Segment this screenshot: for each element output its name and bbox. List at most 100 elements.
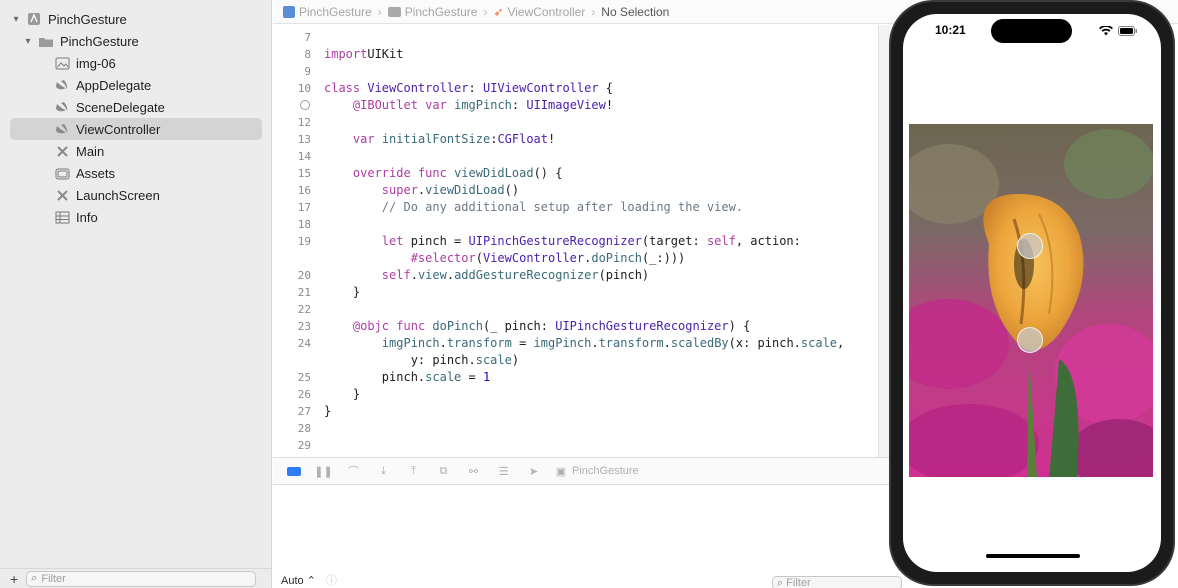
code-line[interactable]: 23 @objc func doPinch(_ pinch: UIPinchGe… [273, 318, 873, 335]
view-hierarchy-icon[interactable]: ⧉ [435, 464, 452, 478]
breadcrumb-symbol[interactable]: No Selection [601, 5, 669, 19]
code-line[interactable]: 28 [273, 420, 873, 437]
breadcrumb-separator-icon: › [591, 4, 596, 19]
sidebar-item-label: SceneDelegate [76, 99, 165, 115]
folder-icon [38, 34, 54, 48]
code-text: } [324, 284, 360, 301]
code-token: class [324, 81, 361, 95]
outlet-connection-icon[interactable] [300, 100, 310, 110]
code-token: ) { [728, 319, 751, 333]
code-token: UIImageView [526, 98, 606, 112]
step-out-icon[interactable]: ⤒ [405, 464, 422, 478]
code-token: (x: pinch. [728, 336, 801, 350]
sidebar-item-viewcontroller[interactable]: ViewController [10, 118, 262, 140]
toggle-console-icon[interactable] [285, 464, 302, 478]
code-token: ! [548, 132, 556, 146]
environment-overrides-icon[interactable]: ☰ [495, 464, 512, 478]
code-token: } [324, 404, 332, 418]
code-token: self [381, 268, 411, 282]
code-line[interactable]: 24 imgPinch.transform = imgPinch.transfo… [273, 335, 873, 352]
sidebar-item-info[interactable]: Info [0, 206, 262, 228]
console-filter-field[interactable]: ⌕ Filter [772, 576, 902, 588]
code-line[interactable]: 14 [273, 148, 873, 165]
code-line[interactable]: 20 self.view.addGestureRecognizer(pinch) [273, 267, 873, 284]
sidebar-item-label: AppDelegate [76, 77, 152, 93]
memory-graph-icon[interactable]: ⚯ [465, 464, 482, 478]
code-line[interactable]: 9 [273, 63, 873, 80]
code-line[interactable]: y: pinch.scale) [273, 352, 873, 369]
code-line[interactable]: 10 class ViewController: UIViewController… [273, 80, 873, 97]
line-number: 24 [297, 337, 311, 350]
code-token: = [461, 370, 483, 384]
code-token: ! [605, 98, 614, 112]
code-line[interactable]: @IBOutlet var imgPinch: UIImageView! [273, 97, 873, 114]
breadcrumb-separator-icon: › [483, 4, 488, 19]
source-editor[interactable]: 7 8 importUIKit 9 10 class ViewController: UI… [273, 25, 878, 457]
status-time: 10:21 [935, 23, 966, 37]
code-token: . [410, 268, 418, 282]
simulate-location-icon[interactable]: ➤ [525, 464, 542, 478]
console-mode-selector[interactable]: Auto ⌃ [281, 574, 316, 587]
sidebar-item-main[interactable]: Main [0, 140, 262, 162]
touch-indicator [1017, 327, 1043, 353]
tulip-image-view[interactable] [909, 124, 1153, 477]
code-token: transform [446, 336, 512, 350]
code-token: CGFloat [497, 132, 549, 146]
breadcrumb-group[interactable]: PinchGesture [405, 5, 478, 19]
sidebar-item-pinchgesture[interactable]: ▾ PinchGesture [0, 8, 262, 30]
code-line[interactable]: 21 } [273, 284, 873, 301]
code-text: y: pinch.scale) [324, 352, 519, 369]
code-line[interactable]: 7 [273, 29, 873, 46]
code-token: UIViewController [482, 81, 599, 95]
line-number: 16 [297, 184, 311, 197]
code-line[interactable]: #selector(ViewController.doPinch(_:))) [273, 250, 873, 267]
step-over-icon[interactable]: ⌒ [345, 464, 362, 478]
navigator-filter-field[interactable]: ⌕ Filter [26, 570, 257, 587]
sidebar-item-launchscreen[interactable]: LaunchScreen [0, 184, 262, 206]
code-line[interactable]: 19 let pinch = UIPinchGestureRecognizer(… [273, 233, 873, 250]
sidebar-item-scenedelegate[interactable]: SceneDelegate [0, 96, 262, 118]
pause-icon[interactable]: ❚❚ [314, 464, 332, 478]
code-line[interactable]: 15 override func viewDidLoad() { [273, 165, 873, 182]
breadcrumb-file[interactable]: ViewController [507, 5, 585, 19]
code-token: addGestureRecognizer [454, 268, 599, 282]
code-line[interactable]: 25 pinch.scale = 1 [273, 369, 873, 386]
code-line[interactable]: 18 [273, 216, 873, 233]
code-line[interactable]: 26 } [273, 386, 873, 403]
simulator-screen[interactable]: 10:21 [903, 14, 1161, 572]
code-line[interactable]: 29 [273, 437, 873, 454]
disclosure-chevron-icon[interactable]: ▾ [10, 14, 22, 25]
code-text: let pinch = UIPinchGestureRecognizer(tar… [324, 233, 801, 250]
line-number: 12 [297, 116, 311, 129]
debug-target-label[interactable]: PinchGesture [572, 465, 639, 477]
code-line[interactable]: 16 super.viewDidLoad() [273, 182, 873, 199]
status-icons [1099, 24, 1138, 39]
sidebar-item-pinchgesture[interactable]: ▾ PinchGesture [0, 30, 262, 52]
info-icon[interactable]: ⓘ [326, 572, 337, 588]
disclosure-chevron-icon[interactable]: ▾ [22, 36, 34, 47]
code-token: viewDidLoad [425, 183, 505, 197]
code-line[interactable]: 12 [273, 114, 873, 131]
code-line[interactable]: 8 importUIKit [273, 46, 873, 63]
code-token: . [439, 336, 447, 350]
code-token: view [417, 268, 447, 282]
home-indicator[interactable] [986, 554, 1080, 558]
sidebar-item-img-06[interactable]: img-06 [0, 52, 262, 74]
breadcrumb-project[interactable]: PinchGesture [299, 5, 372, 19]
code-token: scale [800, 336, 838, 350]
sidebar-item-appdelegate[interactable]: AppDelegate [0, 74, 262, 96]
code-text: @objc func doPinch(_ pinch: UIPinchGestu… [324, 318, 750, 335]
storyboard-icon [54, 144, 70, 158]
code-line[interactable]: 17 // Do any additional setup after load… [273, 199, 873, 216]
code-token: pinch. [324, 370, 426, 384]
code-token: transform [598, 336, 664, 350]
code-line[interactable]: 22 [273, 301, 873, 318]
code-token: scale [425, 370, 462, 384]
code-line[interactable]: 13 var initialFontSize:CGFloat! [273, 131, 873, 148]
step-into-icon[interactable]: ⤓ [375, 464, 392, 478]
code-line[interactable]: 27} [273, 403, 873, 420]
add-icon[interactable]: + [10, 571, 18, 587]
sidebar-item-assets[interactable]: Assets [0, 162, 262, 184]
